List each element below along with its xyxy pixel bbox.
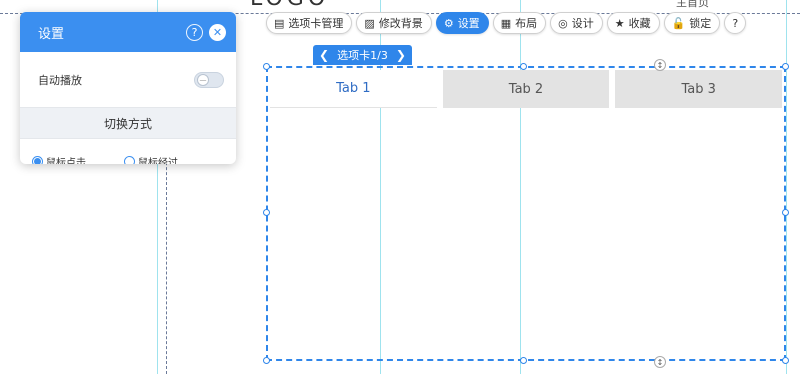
resize-handle-bottom-left[interactable]: [263, 357, 270, 364]
layout-label: 布局: [515, 17, 538, 30]
tab-strip: Tab 1 Tab 2 Tab 3: [270, 70, 783, 108]
change-background-label: 修改背景: [378, 17, 423, 30]
resize-handle-bottom[interactable]: [520, 357, 527, 364]
settings-panel-header: 设置 ? ✕: [20, 12, 236, 52]
design-button[interactable]: ◎ 设计: [550, 12, 603, 34]
autoplay-row: 自动播放 —: [20, 52, 236, 107]
settings-panel-title: 设置: [38, 26, 65, 42]
resize-handle-top-right[interactable]: [782, 63, 789, 70]
tab-manage-icon: ▤: [274, 16, 285, 30]
close-icon[interactable]: ✕: [209, 23, 226, 41]
radio-mouse-hover[interactable]: 鼠标经过: [124, 154, 178, 165]
tab-2[interactable]: Tab 2: [436, 70, 610, 108]
design-label: 设计: [571, 17, 594, 30]
vertical-resize-top-icon[interactable]: ↕: [654, 59, 666, 71]
gear-icon: ⚙: [443, 16, 454, 30]
resize-handle-bottom-right[interactable]: [782, 357, 789, 364]
radio-mouse-click-indicator[interactable]: [32, 155, 43, 164]
resize-handle-top[interactable]: [520, 63, 527, 70]
prev-tab-icon[interactable]: ❮: [319, 48, 329, 62]
radio-mouse-click[interactable]: 鼠标点击: [32, 154, 86, 165]
radio-mouse-click-label: 鼠标点击: [46, 157, 86, 165]
autoplay-label: 自动播放: [38, 73, 82, 87]
layout-icon: ▦: [500, 16, 512, 30]
home-link[interactable]: 主首页: [676, 0, 709, 10]
help-icon: ?: [732, 16, 739, 30]
vertical-resize-bottom-icon[interactable]: ↕: [654, 356, 666, 368]
resize-handle-right[interactable]: [782, 209, 789, 216]
settings-button[interactable]: ⚙ 设置: [435, 12, 489, 34]
lock-icon: 🔓: [671, 16, 686, 30]
resize-handle-left[interactable]: [263, 209, 270, 216]
favorite-button[interactable]: ★ 收藏: [606, 12, 660, 34]
tab-1[interactable]: Tab 1: [270, 70, 437, 108]
tab-3[interactable]: Tab 3: [609, 70, 783, 108]
tab-manage-button[interactable]: ▤ 选项卡管理: [266, 12, 353, 34]
switch-method-heading: 切换方式: [20, 107, 236, 139]
tab-module[interactable]: Tab 1 Tab 2 Tab 3 ↕ ↕: [263, 59, 789, 368]
alignment-guide: [786, 0, 787, 374]
panel-help-icon[interactable]: ?: [186, 23, 203, 41]
tab-manage-label: 选项卡管理: [288, 17, 344, 30]
favorite-label: 收藏: [628, 17, 651, 30]
design-icon: ◎: [558, 16, 568, 30]
toolbar-help-button[interactable]: ?: [724, 12, 747, 34]
image-icon: ▨: [364, 16, 375, 30]
settings-label: 设置: [457, 17, 480, 30]
radio-mouse-hover-label: 鼠标经过: [138, 157, 178, 165]
site-logo: LOGO: [250, 0, 329, 11]
layout-button[interactable]: ▦ 布局: [492, 12, 547, 34]
tab-pager: ❮ 选项卡1/3 ❯: [313, 45, 412, 65]
module-toolbar: ▤ 选项卡管理 ▨ 修改背景 ⚙ 设置 ▦ 布局 ◎ 设计 ★ 收藏 🔓 锁定 …: [266, 12, 747, 34]
settings-panel: 设置 ? ✕ 自动播放 — 切换方式 鼠标点击 鼠标经过: [20, 12, 236, 164]
autoplay-toggle[interactable]: —: [194, 71, 224, 88]
tab-pager-label: 选项卡1/3: [337, 49, 388, 62]
toggle-knob: —: [197, 73, 209, 86]
change-background-button[interactable]: ▨ 修改背景: [356, 12, 432, 34]
next-tab-icon[interactable]: ❯: [396, 48, 406, 62]
lock-label: 锁定: [689, 17, 712, 30]
radio-mouse-hover-indicator[interactable]: [124, 155, 135, 164]
lock-button[interactable]: 🔓 锁定: [663, 12, 721, 34]
resize-handle-top-left[interactable]: [263, 63, 270, 70]
switch-method-options: 鼠标点击 鼠标经过: [20, 139, 236, 164]
star-icon: ★: [614, 16, 625, 30]
